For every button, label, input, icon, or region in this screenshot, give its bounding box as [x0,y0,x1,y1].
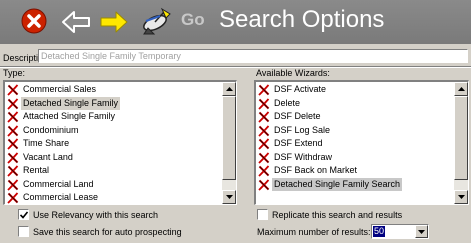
red-x-icon [258,151,270,164]
list-item-label: Attached Single Family [23,111,116,121]
divider [0,66,471,68]
list-item-label: Detached Single Family [21,96,121,110]
list-item-label: DSF Back on Market [274,165,358,175]
list-item-label: Time Share [23,138,70,148]
red-x-icon [7,192,19,204]
chevron-down-icon[interactable] [415,225,428,238]
scroll-down-button[interactable] [454,190,468,204]
red-x-icon [7,111,19,123]
close-icon[interactable] [21,8,47,36]
back-arrow-icon[interactable] [61,10,91,36]
list-item-label: DSF Extend [274,138,323,148]
satellite-dish-search-icon[interactable] [140,6,174,38]
max-results-select[interactable]: 50 [371,224,429,239]
red-x-icon [7,178,19,191]
red-x-icon [258,84,270,96]
forward-arrow-icon[interactable] [99,10,129,36]
max-results-value: 50 [373,226,386,237]
list-item-label: DSF Log Sale [274,124,331,135]
red-x-icon [7,124,19,137]
scroll-down-button[interactable] [222,190,236,204]
list-item-label: Commercial Lease [23,192,99,202]
red-x-icon [7,97,19,110]
list-item-label: Delete [274,97,301,108]
scroll-up-button[interactable] [222,82,236,96]
red-x-icon [258,165,270,177]
red-x-icon [258,138,270,150]
red-x-icon [258,97,270,110]
use-relevancy-checkbox[interactable] [18,209,29,220]
title-bar: Go Search Options [0,0,471,44]
scroll-thumb[interactable] [454,96,468,180]
replicate-label: Replicate this search and results [272,210,403,220]
list-item-label: Rental [23,165,50,175]
list-item-label: DSF Withdraw [274,151,333,162]
type-listbox[interactable]: Commercial Lease Commercial Land Rental Vac… [3,80,237,205]
max-results-label: Maximum number of results: [257,227,371,237]
list-item-label: DSF Delete [274,111,321,121]
list-item-label: Condominium [23,124,79,135]
red-x-icon [7,151,19,164]
description-field[interactable]: Detached Single Family Temporary [38,49,468,63]
scroll-thumb[interactable] [222,96,236,180]
go-button[interactable]: Go [181,10,205,30]
type-scrollbar[interactable] [222,82,236,204]
red-x-icon [258,178,270,191]
list-item-label: Detached Single Family Search [272,177,403,191]
replicate-checkbox[interactable] [257,209,268,220]
use-relevancy-label: Use Relevancy with this search [33,210,159,220]
list-item-label: Commercial Land [23,178,94,189]
list-item-label: DSF Activate [274,84,327,94]
red-x-icon [258,124,270,137]
available-wizards-label: Available Wizards: [256,68,330,78]
list-item-label: Vacant Land [23,151,73,162]
type-label: Type: [3,68,26,78]
red-x-icon [7,138,19,150]
window-title: Search Options [219,6,385,33]
save-auto-prospecting-checkbox[interactable] [18,226,29,237]
list-item-label: Commercial Sales [23,84,97,94]
red-x-icon [7,84,19,96]
red-x-icon [258,111,270,123]
wizards-listbox[interactable]: Detached Single Family Search DSF Back on… [254,80,469,205]
red-x-icon [7,165,19,177]
save-auto-prospecting-label: Save this search for auto prospecting [33,227,182,237]
wizards-scrollbar[interactable] [454,82,468,204]
scroll-up-button[interactable] [454,82,468,96]
